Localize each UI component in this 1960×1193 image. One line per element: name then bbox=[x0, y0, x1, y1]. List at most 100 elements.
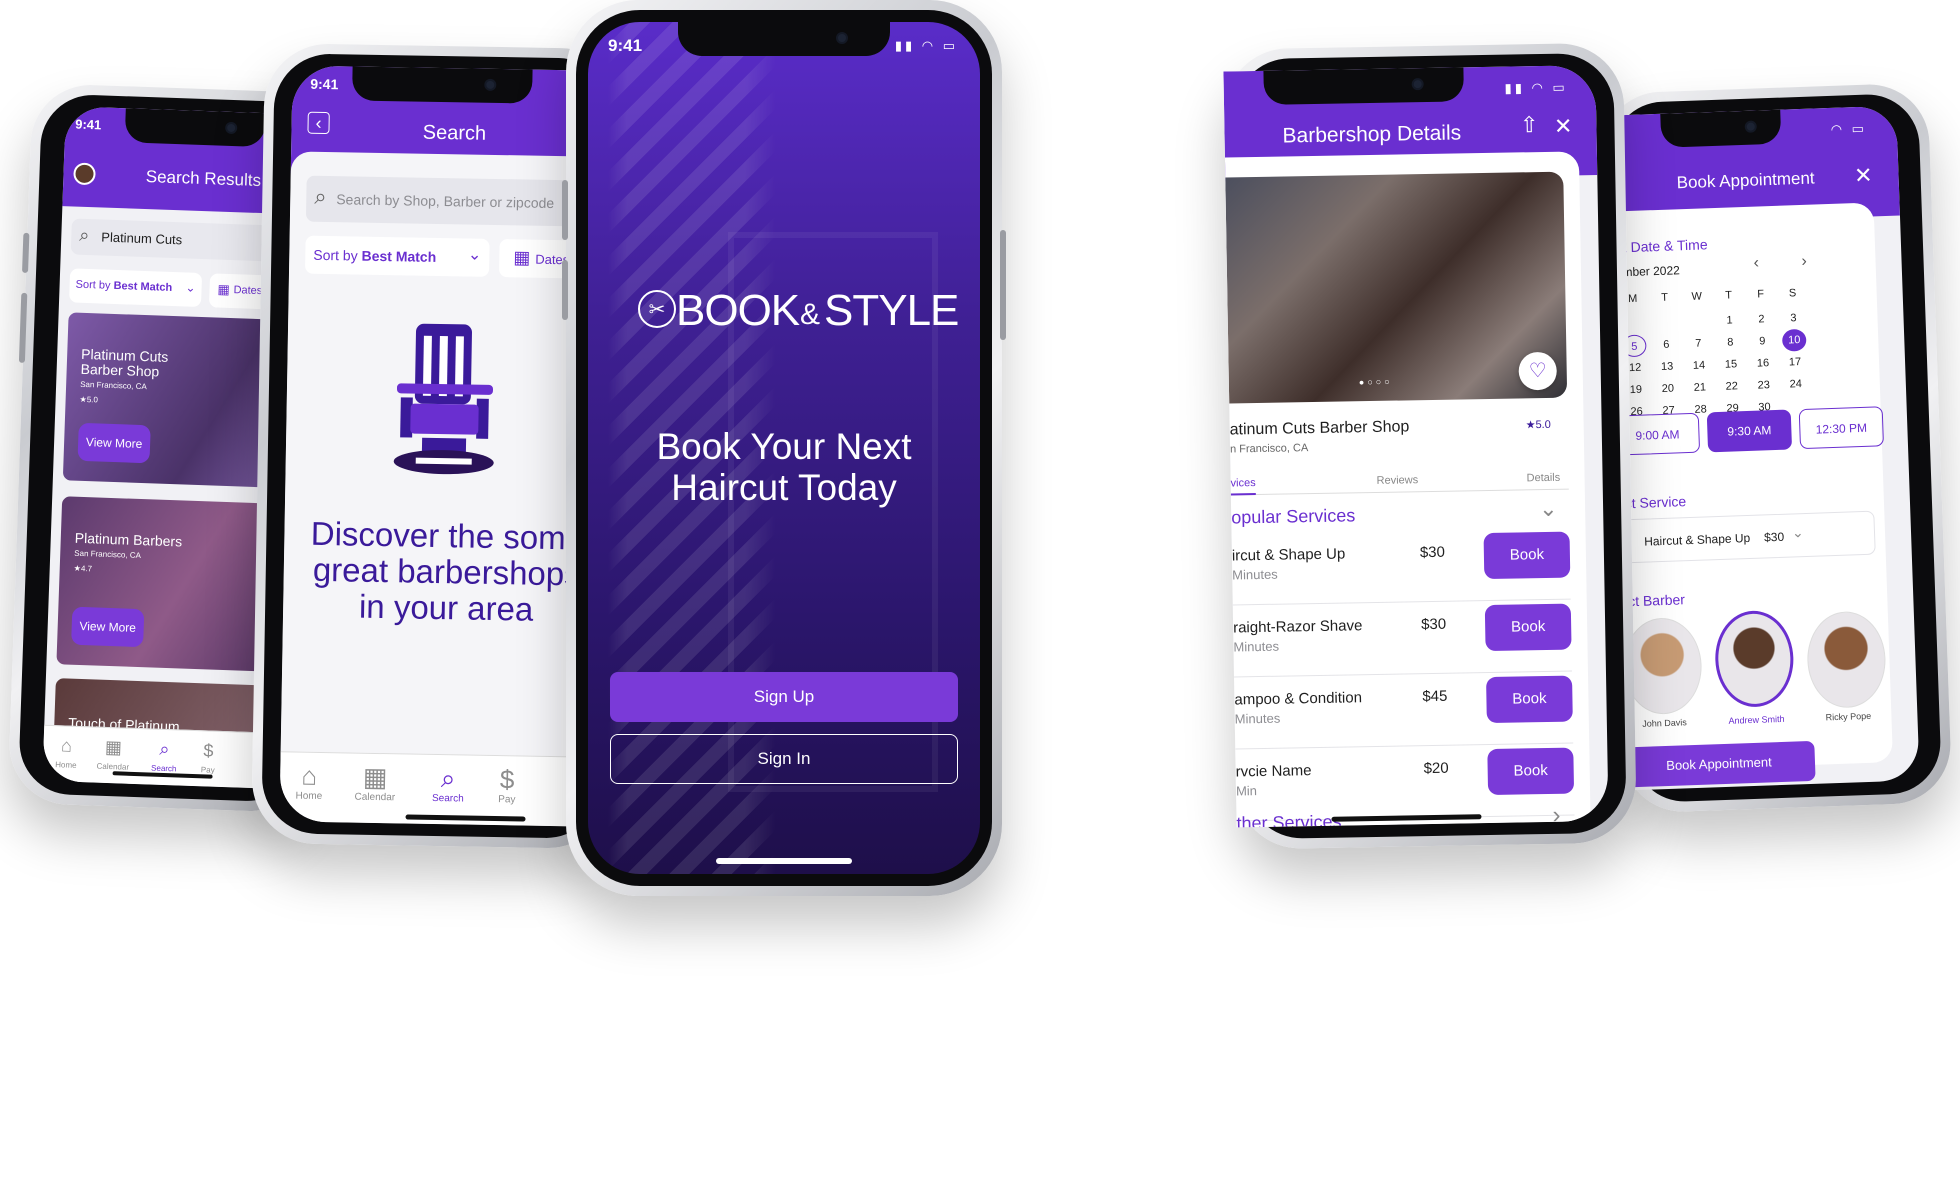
search-icon: ⌕ bbox=[440, 763, 456, 794]
battery-icon: ▮▮ ◠ ▭ bbox=[1504, 79, 1568, 96]
chevron-down-icon[interactable]: ⌄ bbox=[1539, 496, 1558, 522]
tab-label: Search bbox=[431, 792, 464, 805]
search-query: Platinum Cuts bbox=[101, 229, 183, 248]
calendar-day[interactable]: 15 bbox=[1719, 353, 1744, 376]
calendar-day[interactable]: 24 bbox=[1783, 373, 1808, 396]
status-time: 9:41 bbox=[74, 116, 102, 133]
shop-location: n Francisco, CA bbox=[1229, 442, 1309, 456]
view-more-button[interactable]: View More bbox=[77, 422, 151, 464]
tab-home[interactable]: ⌂ Home bbox=[51, 730, 82, 770]
headline-line: Book Your Next bbox=[656, 426, 912, 467]
shop-rating: ★5.0 bbox=[1525, 418, 1551, 432]
book-service-button[interactable]: Book bbox=[1486, 675, 1573, 724]
sort-value: Best Match bbox=[113, 279, 173, 294]
close-icon[interactable]: ✕ bbox=[1854, 162, 1873, 189]
calendar-day[interactable]: 21 bbox=[1687, 376, 1712, 399]
time-slots: 9:00 AM 9:30 AM 12:30 PM bbox=[1614, 406, 1886, 461]
sort-dropdown[interactable]: Sort by Best Match ⌄ bbox=[304, 235, 490, 277]
calendar-day[interactable]: 9 bbox=[1750, 330, 1775, 353]
service-price: $30 bbox=[1419, 543, 1446, 562]
barber-avatar[interactable] bbox=[1713, 609, 1795, 709]
chevron-right-icon[interactable]: › bbox=[1801, 253, 1807, 271]
section-heading: ther Services bbox=[1236, 811, 1342, 828]
welcome-headline: Book Your Next Haircut Today bbox=[588, 426, 980, 508]
calendar-day[interactable]: 20 bbox=[1655, 377, 1680, 400]
tab-details[interactable]: Details bbox=[1526, 472, 1560, 485]
service-select[interactable]: Haircut & Shape Up $30 ⌄ bbox=[1614, 510, 1876, 564]
calendar-icon: ▦ bbox=[513, 247, 531, 268]
service-name: raight-Razor Shave bbox=[1232, 617, 1363, 637]
search-icon: ⌕ bbox=[79, 224, 90, 246]
power-button bbox=[1000, 230, 1006, 340]
book-service-button[interactable]: Book bbox=[1484, 603, 1572, 652]
calendar-day[interactable]: 13 bbox=[1655, 355, 1680, 378]
result-rating: ★4.7 bbox=[73, 563, 93, 574]
barber-name: Ricky Pope bbox=[1825, 710, 1872, 723]
calendar-day[interactable]: 8 bbox=[1718, 331, 1743, 354]
logo-style: STYLE bbox=[824, 286, 959, 335]
calendar-day[interactable]: 17 bbox=[1783, 351, 1808, 374]
weekday-label: F bbox=[1757, 288, 1765, 301]
barber-name: John Davis bbox=[1642, 717, 1687, 729]
calendar-icon: ▦ bbox=[104, 736, 123, 758]
tab-pay[interactable]: $ Pay bbox=[492, 764, 523, 806]
calendar-day[interactable]: 3 bbox=[1781, 307, 1806, 330]
book-service-button[interactable]: Book bbox=[1487, 747, 1575, 796]
tab-reviews[interactable]: Reviews bbox=[1376, 474, 1418, 487]
shop-name: atinum Cuts Barber Shop bbox=[1229, 418, 1410, 439]
tab-search[interactable]: ⌕ Search bbox=[147, 733, 182, 774]
sort-prefix: Sort by bbox=[313, 246, 358, 264]
close-icon[interactable]: ✕ bbox=[1554, 113, 1573, 139]
time-slot[interactable]: 9:30 AM bbox=[1706, 409, 1793, 453]
scissors-icon: ✂ bbox=[638, 290, 676, 328]
dates-label: Dates bbox=[233, 284, 263, 298]
calendar-day[interactable]: 16 bbox=[1751, 352, 1776, 375]
sign-up-button[interactable]: Sign Up bbox=[610, 672, 958, 722]
calendar-day[interactable]: 10 bbox=[1781, 328, 1807, 352]
sign-in-button[interactable]: Sign In bbox=[610, 734, 958, 784]
service-row: rvcie Name Min $20 Book bbox=[1235, 747, 1575, 822]
empty-line: great barbershops bbox=[312, 550, 582, 593]
service-row: ircut & Shape Up Minutes $30 Book bbox=[1231, 531, 1571, 606]
calendar-day[interactable]: 14 bbox=[1687, 354, 1712, 377]
chevron-left-icon[interactable]: ‹ bbox=[1753, 254, 1759, 272]
tab-pay[interactable]: $ Pay bbox=[193, 735, 224, 775]
book-appointment-button[interactable]: Book Appointment bbox=[1622, 740, 1816, 788]
share-icon[interactable]: ⇧ bbox=[1520, 112, 1539, 138]
calendar-day[interactable]: 2 bbox=[1749, 308, 1774, 331]
tab-home[interactable]: ⌂ Home bbox=[288, 760, 331, 802]
tab-label: Pay bbox=[200, 765, 215, 775]
tab-services[interactable]: vices bbox=[1230, 477, 1256, 496]
selected-service: Haircut & Shape Up bbox=[1643, 530, 1751, 549]
tab-calendar[interactable]: ▦ Calendar bbox=[93, 732, 134, 772]
time-slot[interactable]: 12:30 PM bbox=[1798, 406, 1885, 450]
weekday-label: W bbox=[1691, 290, 1703, 303]
calendar-day[interactable]: 23 bbox=[1751, 374, 1776, 397]
home-icon: ⌂ bbox=[301, 760, 318, 791]
volume-button bbox=[562, 260, 568, 320]
home-icon: ⌂ bbox=[60, 735, 73, 756]
tab-label: Home bbox=[55, 760, 77, 770]
calendar-day[interactable]: 6 bbox=[1654, 333, 1679, 356]
calendar-day[interactable]: 7 bbox=[1686, 332, 1711, 355]
phone-book-appointment: ◠ ▭ Book Appointment ✕ lect Date & Time … bbox=[1599, 82, 1953, 814]
sort-dropdown[interactable]: Sort by Best Match ⌄ bbox=[69, 268, 203, 307]
headline-line: Haircut Today bbox=[671, 467, 897, 508]
calendar-icon: ▦ bbox=[362, 761, 388, 793]
weekday-label: T bbox=[1661, 291, 1669, 304]
book-service-button[interactable]: Book bbox=[1483, 531, 1571, 580]
tab-calendar[interactable]: ▦ Calendar bbox=[350, 762, 401, 804]
tab-label: Calendar bbox=[354, 791, 396, 804]
barber-avatar[interactable] bbox=[1805, 610, 1888, 710]
volume-button bbox=[22, 232, 30, 273]
calendar-day[interactable]: 1 bbox=[1717, 309, 1742, 332]
service-duration: Minutes bbox=[1232, 566, 1278, 583]
page-title: Barbershop Details bbox=[1282, 121, 1462, 148]
book-appointment-screen: ◠ ▭ Book Appointment ✕ lect Date & Time … bbox=[1600, 105, 1920, 791]
calendar-day[interactable]: 22 bbox=[1719, 375, 1744, 398]
search-icon: ⌕ bbox=[314, 183, 327, 210]
tab-search[interactable]: ⌕ Search bbox=[428, 763, 469, 805]
brand-logo: ✂ BOOK & STYLE bbox=[636, 286, 959, 338]
details-screen: ▮▮ ◠ ▭ Barbershop Details ⇧ ✕ ●○○○ ♡ ati… bbox=[1223, 65, 1609, 828]
view-more-button[interactable]: View More bbox=[71, 606, 145, 648]
